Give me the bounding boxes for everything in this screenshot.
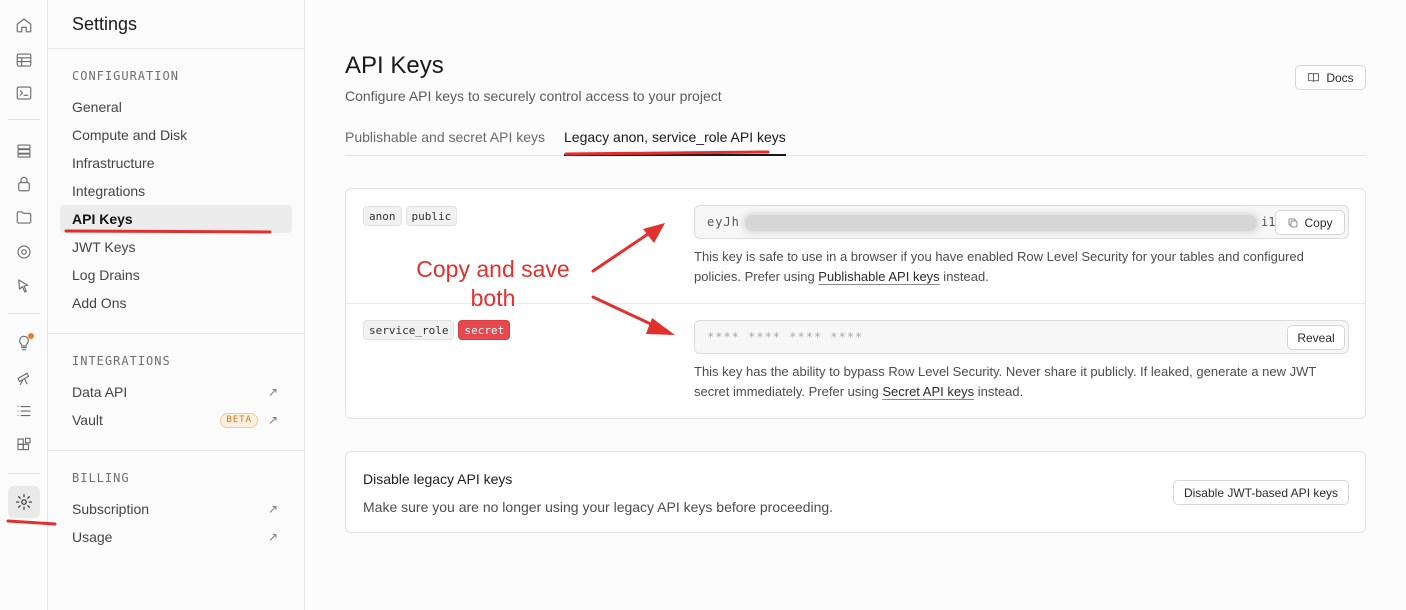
sidebar-item-compute-and-disk[interactable]: Compute and Disk <box>60 121 292 149</box>
docs-label: Docs <box>1326 70 1354 85</box>
beta-badge: BETA <box>220 413 258 428</box>
sidebar-item-label: API Keys <box>72 211 133 227</box>
anon-key-field[interactable]: eyJh i1 Copy <box>694 205 1349 239</box>
sidebar-item-label: Integrations <box>72 183 146 199</box>
arrow-up-right-icon: ↗ <box>267 413 278 427</box>
sidebar-item-data-api[interactable]: Data API ↗ <box>60 378 292 406</box>
settings-sidebar: Settings CONFIGURATION General Compute a… <box>48 0 305 610</box>
integrations-icon[interactable] <box>12 433 36 457</box>
arrow-up-right-icon: ↗ <box>267 385 278 399</box>
anon-key-tags: anon public <box>363 206 461 226</box>
sidebar-item-label: Subscription <box>72 501 150 517</box>
sidebar-item-label: Compute and Disk <box>72 127 188 143</box>
anon-key-suffix: i1 <box>1261 215 1276 229</box>
sidebar-item-integrations[interactable]: Integrations <box>60 177 292 205</box>
sidebar-divider <box>48 450 305 451</box>
table-editor-icon[interactable] <box>12 48 36 72</box>
book-icon <box>1308 73 1320 82</box>
copy-icon <box>1289 218 1298 227</box>
disable-jwt-keys-button[interactable]: Disable JWT-based API keys <box>1173 480 1349 505</box>
redacted-key-blur <box>745 215 1257 231</box>
service-role-tag: service_role <box>363 320 455 340</box>
rail-divider <box>8 119 40 120</box>
sidebar-item-label: General <box>72 99 122 115</box>
service-role-key-field[interactable]: **** **** **** **** Reveal <box>694 320 1349 354</box>
page-title: API Keys <box>345 52 444 79</box>
advisors-bulb-icon[interactable] <box>12 331 36 355</box>
masked-key: **** **** **** **** <box>707 330 864 344</box>
sidebar-divider <box>48 48 305 49</box>
tab-publishable-secret-keys[interactable]: Publishable and secret API keys <box>345 129 545 156</box>
sidebar-title: Settings <box>72 14 138 34</box>
copy-label: Copy <box>1304 215 1333 230</box>
sidebar-item-subscription[interactable]: Subscription ↗ <box>60 495 292 523</box>
annotation-line-2: both <box>470 285 516 311</box>
page-subtitle: Configure API keys to securely control a… <box>345 88 722 104</box>
secret-keys-link[interactable]: Secret API keys <box>882 384 974 399</box>
section-billing: BILLING <box>72 471 130 485</box>
sidebar-item-general[interactable]: General <box>60 93 292 121</box>
arrow-up-right-icon: ↗ <box>267 502 278 516</box>
disable-legacy-card: Disable legacy API keys Make sure you ar… <box>345 451 1366 533</box>
disable-title: Disable legacy API keys <box>363 471 513 487</box>
disable-description: Make sure you are no longer using your l… <box>363 499 834 515</box>
observability-telescope-icon[interactable] <box>12 365 36 389</box>
notification-dot <box>28 333 34 339</box>
public-tag: public <box>405 206 458 226</box>
anon-key-prefix: eyJh <box>707 215 740 229</box>
auth-lock-icon[interactable] <box>12 172 36 196</box>
sidebar-item-api-keys[interactable]: API Keys <box>60 205 292 233</box>
sidebar-item-log-drains[interactable]: Log Drains <box>60 261 292 289</box>
publishable-keys-link[interactable]: Publishable API keys <box>818 269 939 284</box>
app-window: Settings CONFIGURATION General Compute a… <box>0 0 1406 610</box>
sql-editor-icon[interactable] <box>12 81 36 105</box>
service-role-help-suffix: instead. <box>974 384 1024 399</box>
sidebar-item-label: Add Ons <box>72 295 127 311</box>
copy-button[interactable]: Copy <box>1275 210 1345 235</box>
storage-folder-icon[interactable] <box>12 205 36 229</box>
secret-tag: secret <box>458 320 511 340</box>
arrow-up-right-icon: ↗ <box>267 530 278 544</box>
sidebar-item-label: Usage <box>72 529 113 545</box>
annotation-line-1: Copy and save <box>416 256 570 282</box>
sidebar-item-add-ons[interactable]: Add Ons <box>60 289 292 317</box>
sidebar-item-jwt-keys[interactable]: JWT Keys <box>60 233 292 261</box>
sidebar-item-usage[interactable]: Usage ↗ <box>60 523 292 551</box>
anon-key-help: This key is safe to use in a browser if … <box>694 247 1354 287</box>
settings-gear-icon[interactable] <box>8 486 40 518</box>
disable-button-label: Disable JWT-based API keys <box>1183 485 1339 500</box>
icon-rail <box>0 0 48 610</box>
rail-divider <box>8 473 40 474</box>
sidebar-item-label: Log Drains <box>72 267 140 283</box>
sidebar-item-label: JWT Keys <box>72 239 136 255</box>
sidebar-item-vault[interactable]: Vault BETA ↗ <box>60 406 292 434</box>
section-integrations: INTEGRATIONS <box>72 354 171 368</box>
reveal-label: Reveal <box>1297 330 1335 345</box>
sidebar-item-label: Data API <box>72 384 128 400</box>
docs-button[interactable]: Docs <box>1295 65 1366 90</box>
home-icon[interactable] <box>12 13 36 37</box>
annotation-text: Copy and save both <box>388 255 598 313</box>
sidebar-divider <box>48 333 305 334</box>
anon-help-suffix: instead. <box>939 269 989 284</box>
realtime-icon[interactable] <box>12 240 36 264</box>
tab-bar: Publishable and secret API keys Legacy a… <box>345 120 1366 156</box>
service-role-tags: service_role secret <box>363 320 514 340</box>
service-role-help: This key has the ability to bypass Row L… <box>694 362 1354 402</box>
anon-tag: anon <box>363 206 402 226</box>
sidebar-item-infrastructure[interactable]: Infrastructure <box>60 149 292 177</box>
reveal-button[interactable]: Reveal <box>1287 325 1345 350</box>
sidebar-item-label: Vault <box>72 412 103 428</box>
tab-legacy-keys[interactable]: Legacy anon, service_role API keys <box>564 129 786 156</box>
functions-icon[interactable] <box>12 274 36 298</box>
section-configuration: CONFIGURATION <box>72 69 179 83</box>
anon-help-text: This key is safe to use in a browser if … <box>694 249 1304 284</box>
rail-divider <box>8 313 40 314</box>
sidebar-item-label: Infrastructure <box>72 155 155 171</box>
database-icon[interactable] <box>12 139 36 163</box>
logs-list-icon[interactable] <box>12 399 36 423</box>
